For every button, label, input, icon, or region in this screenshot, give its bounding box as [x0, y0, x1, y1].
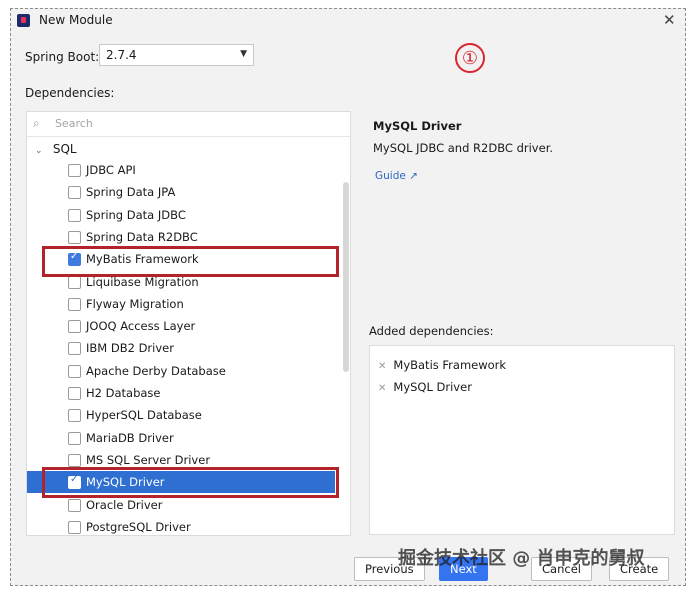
dependency-checkbox[interactable]	[68, 208, 81, 222]
search-input[interactable]: ⌕ Search	[27, 112, 350, 137]
dependency-label: MariaDB Driver	[86, 430, 174, 445]
dependency-label: Apache Derby Database	[86, 363, 226, 378]
dependency-label: Oracle Driver	[86, 497, 163, 512]
dependency-row[interactable]: Spring Data JPA	[27, 181, 335, 203]
dependency-row[interactable]: JOOQ Access Layer	[27, 315, 335, 337]
highlight-box-mysql	[42, 467, 339, 498]
dependency-label: Spring Data R2DBC	[86, 229, 198, 244]
dependency-checkbox[interactable]	[68, 297, 81, 311]
step-marker: ①	[455, 43, 485, 73]
new-module-dialog: New Module ✕ Spring Boot: 2.7.4 ▼ ① Depe…	[10, 8, 686, 586]
watermark: 掘金技术社区 @ 肖申克的舅叔	[398, 548, 645, 569]
search-placeholder: Search	[55, 117, 93, 130]
spring-boot-version-value: 2.7.4	[106, 48, 137, 62]
added-item-label: MyBatis Framework	[393, 358, 507, 372]
remove-icon[interactable]: ✕	[378, 361, 386, 372]
dependency-label: MS SQL Server Driver	[86, 452, 211, 467]
scrollbar-thumb[interactable]	[343, 182, 349, 372]
dependency-row[interactable]: Spring Data JDBC	[27, 204, 335, 226]
added-dependencies-list: ✕ MyBatis Framework ✕ MySQL Driver	[369, 345, 675, 535]
tree-group-label: SQL	[52, 142, 77, 156]
added-item: ✕ MyBatis Framework	[378, 358, 506, 372]
remove-icon[interactable]: ✕	[378, 383, 386, 394]
dependency-label: PostgreSQL Driver	[86, 519, 191, 534]
tree-group-sql[interactable]: ⌄ SQL	[35, 142, 77, 156]
window-title: New Module	[39, 13, 113, 27]
dependency-row[interactable]: Flyway Migration	[27, 293, 335, 315]
dependency-row[interactable]: H2 Database	[27, 382, 335, 404]
close-icon[interactable]: ✕	[663, 11, 676, 29]
dependency-row[interactable]: Spring Data R2DBC	[27, 226, 335, 248]
dependency-checkbox[interactable]	[68, 186, 81, 200]
highlight-box-mybatis	[42, 246, 339, 277]
dependency-label: Flyway Migration	[86, 296, 184, 311]
dependency-label: JOOQ Access Layer	[86, 319, 196, 334]
dependency-checkbox[interactable]	[68, 453, 81, 467]
dependency-label: IBM DB2 Driver	[86, 341, 174, 356]
dependency-checkbox[interactable]	[68, 520, 81, 534]
dependency-checkbox[interactable]	[68, 364, 81, 378]
dependency-checkbox[interactable]	[68, 498, 81, 512]
added-item-label: MySQL Driver	[393, 380, 472, 394]
dependency-checkbox[interactable]	[68, 275, 81, 289]
dependency-checkbox[interactable]	[68, 164, 81, 177]
added-item: ✕ MySQL Driver	[378, 380, 472, 394]
spring-boot-version-select[interactable]: 2.7.4 ▼	[99, 44, 254, 66]
intellij-app-icon	[17, 14, 30, 27]
dependency-row[interactable]: Apache Derby Database	[27, 360, 335, 382]
dependency-label: H2 Database	[86, 386, 161, 400]
dependency-row[interactable]: IBM DB2 Driver	[27, 337, 335, 359]
dependency-checkbox[interactable]	[68, 409, 81, 423]
dependency-row[interactable]: HyperSQL Database	[27, 404, 335, 426]
dependency-checkbox[interactable]	[68, 387, 81, 400]
added-dependencies-label: Added dependencies:	[369, 324, 494, 338]
dependency-label: Spring Data JPA	[86, 185, 176, 200]
dependency-label: JDBC API	[86, 163, 136, 177]
dependencies-label: Dependencies:	[25, 86, 115, 100]
guide-link[interactable]: Guide ↗	[375, 170, 418, 182]
search-icon: ⌕	[33, 116, 40, 130]
dependency-checkbox[interactable]	[68, 342, 81, 356]
dependency-checkbox[interactable]	[68, 230, 81, 244]
dependency-label: Spring Data JDBC	[86, 207, 186, 222]
dependency-row[interactable]: MariaDB Driver	[27, 427, 335, 449]
dependency-checkbox[interactable]	[68, 320, 81, 334]
dependency-checkbox[interactable]	[68, 431, 81, 445]
chevron-down-icon: ▼	[240, 49, 247, 59]
dependency-info-description: MySQL JDBC and R2DBC driver.	[373, 141, 554, 155]
chevron-down-icon: ⌄	[35, 146, 43, 156]
spring-boot-label: Spring Boot:	[25, 50, 100, 64]
dependency-label: HyperSQL Database	[86, 408, 202, 423]
dependency-row[interactable]: PostgreSQL Driver	[27, 516, 335, 535]
dependency-row[interactable]: JDBC API	[27, 159, 335, 181]
dependency-info-title: MySQL Driver	[373, 119, 462, 133]
